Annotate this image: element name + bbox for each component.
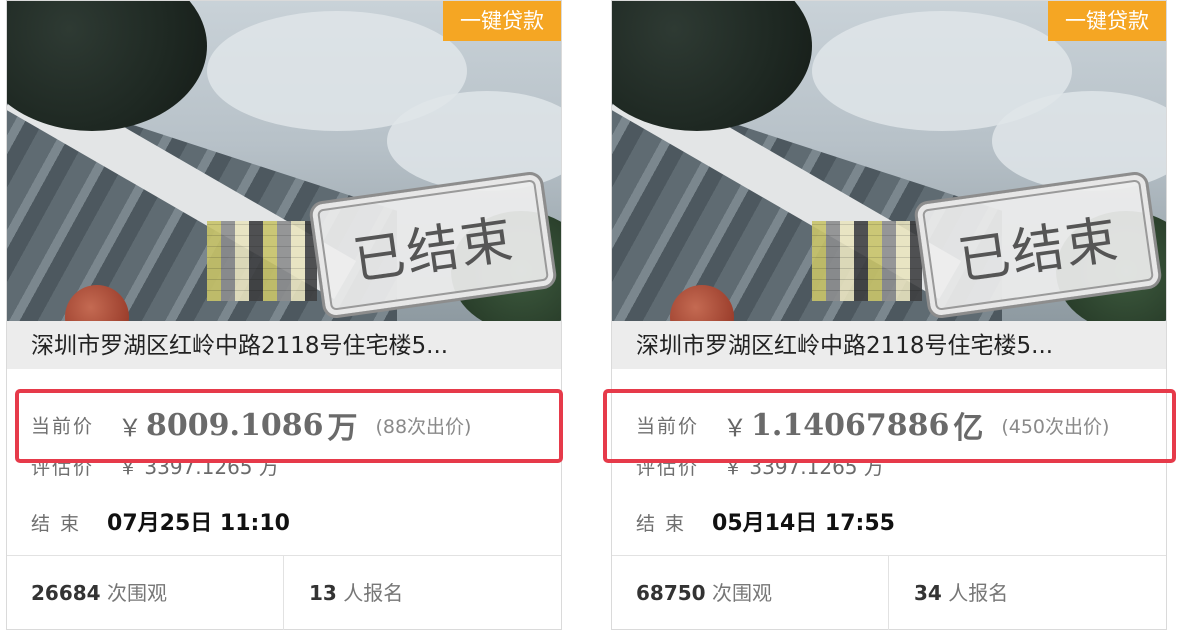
signups-count: 13 — [309, 581, 337, 605]
loan-badge-button[interactable]: 一键贷款 — [443, 1, 561, 41]
price-highlight-box — [603, 389, 1176, 463]
signups-count: 34 — [914, 581, 942, 605]
property-photo[interactable]: 已结束 一键贷款 — [612, 1, 1166, 321]
views-stat: 68750 次围观 — [636, 556, 772, 630]
signups-stat: 34 人报名 — [914, 556, 1008, 630]
auction-card[interactable]: 已结束 一键贷款 深圳市罗湖区红岭中路2118号住宅楼5... 当前价 ￥ 1.14… — [611, 0, 1167, 630]
views-stat: 26684 次围观 — [31, 556, 167, 630]
end-time-value: 05月14日 17:55 — [712, 511, 895, 536]
tree-foliage — [7, 1, 207, 131]
end-time-label: 结 束 — [31, 513, 82, 535]
views-count: 68750 — [636, 581, 706, 605]
signups-stat: 13 人报名 — [309, 556, 403, 630]
stats-bar: 26684 次围观 13 人报名 — [7, 555, 561, 630]
pixelated-area — [207, 221, 317, 301]
auction-card[interactable]: 已结束 一键贷款 深圳市罗湖区红岭中路2118号住宅楼5... 当前价 ￥ 8009… — [6, 0, 562, 630]
views-label: 次围观 — [711, 581, 772, 605]
ended-stamp-text: 已结束 — [954, 209, 1124, 292]
end-time-row: 结 束 07月25日 11:10 — [31, 505, 290, 537]
end-time-row: 结 束 05月14日 17:55 — [636, 505, 895, 537]
divider — [283, 556, 284, 630]
views-count: 26684 — [31, 581, 101, 605]
pixelated-area — [812, 221, 922, 301]
price-highlight-box — [15, 389, 563, 463]
property-photo[interactable]: 已结束 一键贷款 — [7, 1, 561, 321]
divider — [888, 556, 889, 630]
property-title[interactable]: 深圳市罗湖区红岭中路2118号住宅楼5... — [612, 321, 1166, 369]
end-time-value: 07月25日 11:10 — [107, 511, 290, 536]
loan-badge-button[interactable]: 一键贷款 — [1048, 1, 1166, 41]
ended-stamp-text: 已结束 — [349, 209, 519, 292]
property-title[interactable]: 深圳市罗湖区红岭中路2118号住宅楼5... — [7, 321, 561, 369]
signups-label: 人报名 — [948, 581, 1009, 605]
tree-foliage — [612, 1, 812, 131]
signups-label: 人报名 — [343, 581, 404, 605]
end-time-label: 结 束 — [636, 513, 687, 535]
views-label: 次围观 — [106, 581, 167, 605]
stats-bar: 68750 次围观 34 人报名 — [612, 555, 1166, 630]
